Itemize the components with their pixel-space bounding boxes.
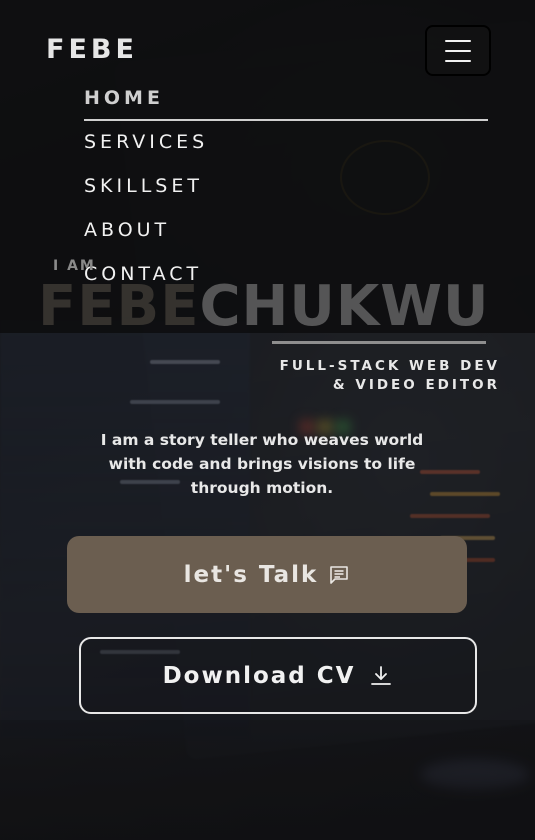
- download-cv-label: Download CV: [162, 662, 356, 689]
- lets-talk-button[interactable]: let's Talk: [67, 536, 467, 613]
- hero-first-name: FEBE: [38, 274, 200, 339]
- hero-role-line2: & VIDEO EDITOR: [332, 377, 500, 393]
- lets-talk-label: let's Talk: [183, 561, 319, 588]
- hero-role: FULL-STACK WEB DEV & VIDEO EDITOR: [260, 357, 500, 395]
- role-divider: [272, 341, 486, 344]
- nav-item-skillset[interactable]: SKILLSET: [84, 172, 488, 216]
- nav-item-about[interactable]: ABOUT: [84, 216, 488, 260]
- download-cv-button[interactable]: Download CV: [79, 637, 477, 714]
- brand-logo[interactable]: FEBE: [46, 34, 138, 65]
- hero-tagline: I am a story teller who weaves world wit…: [100, 431, 424, 497]
- nav-menu: HOME SERVICES SKILLSET ABOUT CONTACT: [84, 84, 488, 304]
- message-square-icon: [328, 564, 350, 586]
- hamburger-menu-icon: [445, 39, 471, 62]
- hero-last-name: CHUKWU: [199, 274, 490, 339]
- nav-item-home[interactable]: HOME: [84, 84, 488, 128]
- download-icon: [369, 664, 393, 688]
- nav-item-services[interactable]: SERVICES: [84, 128, 488, 172]
- hero-role-line1: FULL-STACK WEB DEV: [279, 358, 500, 374]
- hero-name: FEBECHUKWU: [38, 272, 490, 342]
- menu-toggle-button[interactable]: [425, 25, 491, 76]
- nav-active-underline: [84, 119, 488, 121]
